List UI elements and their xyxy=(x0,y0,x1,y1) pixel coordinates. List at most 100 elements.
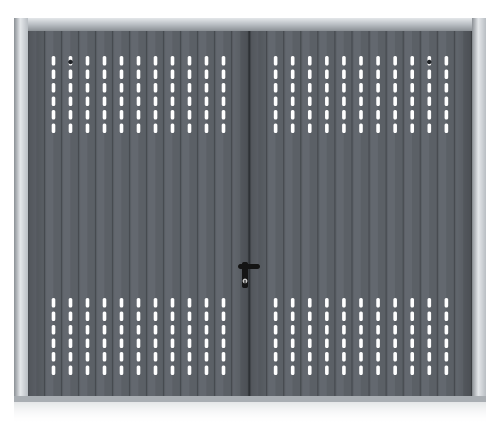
vent-slot xyxy=(221,96,226,106)
vent-slot xyxy=(393,123,397,133)
vent-slot xyxy=(427,325,432,335)
vent-slot xyxy=(273,123,278,133)
vent-slot xyxy=(290,56,295,66)
mounting-hole xyxy=(427,59,432,65)
vent-slot xyxy=(68,352,73,362)
vent-slot xyxy=(51,338,56,348)
vent-slot xyxy=(427,338,432,348)
garage-door-photo xyxy=(0,0,500,430)
vent-slot xyxy=(307,96,312,106)
vent-slot xyxy=(393,56,397,66)
vent-slot xyxy=(325,69,329,79)
vent-slot xyxy=(290,298,295,308)
vent-slot xyxy=(359,83,363,93)
vent-slot xyxy=(359,352,363,362)
vent-slot xyxy=(68,83,73,93)
vent-slot xyxy=(102,110,107,120)
vent-slot xyxy=(307,352,312,362)
vent-slot xyxy=(376,110,380,120)
vent-slot xyxy=(359,325,363,335)
vent-slot xyxy=(444,96,449,106)
vent-slot xyxy=(342,123,346,133)
vent-slot xyxy=(342,83,346,93)
vent-slot xyxy=(68,338,73,348)
vent-slot xyxy=(221,298,226,308)
vent-slot xyxy=(410,69,415,79)
vent-slot xyxy=(204,110,209,120)
vent-slot xyxy=(102,338,107,348)
vent-slot xyxy=(136,311,141,321)
vent-slot xyxy=(410,365,415,375)
vent-slot xyxy=(359,311,363,321)
vent-slot xyxy=(325,123,329,133)
vent-slot xyxy=(102,365,107,375)
vent-slot xyxy=(136,83,141,93)
vent-slot xyxy=(51,352,56,362)
vent-slot xyxy=(307,123,312,133)
vent-slot xyxy=(325,83,329,93)
vent-slot xyxy=(187,69,192,79)
vent-slot xyxy=(444,123,449,133)
vent-slot xyxy=(410,298,415,308)
garage-door-scene xyxy=(14,18,486,424)
vent-slot xyxy=(359,96,363,106)
vent-slot xyxy=(187,325,192,335)
vent-slot xyxy=(444,110,449,120)
vent-slot xyxy=(444,83,449,93)
vent-slot xyxy=(290,83,295,93)
vent-slot xyxy=(376,338,380,348)
vent-slot xyxy=(307,365,312,375)
frame-top xyxy=(14,18,486,31)
vent-slot xyxy=(170,311,175,321)
vent-slot xyxy=(342,311,346,321)
vent-slot xyxy=(204,69,209,79)
vent-slot xyxy=(444,338,449,348)
vent-slot xyxy=(376,365,380,375)
vent-slot xyxy=(307,56,312,66)
vent-slot xyxy=(153,69,158,79)
vent-slot xyxy=(273,365,278,375)
vent-slot xyxy=(102,311,107,321)
vent-slot xyxy=(290,311,295,321)
vent-slot xyxy=(273,298,278,308)
vent-slot xyxy=(119,338,124,348)
vent-slot xyxy=(307,325,312,335)
vent-slot xyxy=(153,311,158,321)
vent-slot xyxy=(102,325,107,335)
vent-slot xyxy=(204,352,209,362)
vent-slot xyxy=(307,298,312,308)
vent-slot xyxy=(410,123,415,133)
vent-slot xyxy=(444,311,449,321)
frame-bottom xyxy=(14,396,486,402)
vent-slot xyxy=(427,110,432,120)
vent-slot xyxy=(342,325,346,335)
vent-slot xyxy=(153,365,158,375)
vent-slot xyxy=(221,338,226,348)
handle-lever[interactable] xyxy=(238,264,260,269)
vent-slot xyxy=(51,56,56,66)
vent-slot xyxy=(221,123,226,133)
keyhole-icon xyxy=(244,280,246,284)
vent-slot xyxy=(170,83,175,93)
vent-slot xyxy=(376,311,380,321)
vent-slot xyxy=(221,311,226,321)
vent-slot xyxy=(444,365,449,375)
vent-slot xyxy=(444,298,449,308)
vent-slot xyxy=(273,110,278,120)
vent-slot xyxy=(204,325,209,335)
vent-slot xyxy=(68,110,73,120)
vent-slot xyxy=(393,298,397,308)
vent-slot xyxy=(342,338,346,348)
vent-slot xyxy=(204,83,209,93)
vent-slot xyxy=(325,110,329,120)
vent-slot xyxy=(119,365,124,375)
vent-slot xyxy=(427,123,432,133)
vent-slot xyxy=(187,352,192,362)
vent-slot xyxy=(410,83,415,93)
vent-slot xyxy=(221,365,226,375)
vent-slot xyxy=(51,311,56,321)
vent-slot xyxy=(170,56,175,66)
vent-slot xyxy=(204,311,209,321)
vent-slot xyxy=(204,56,209,66)
vent-slot xyxy=(136,123,141,133)
